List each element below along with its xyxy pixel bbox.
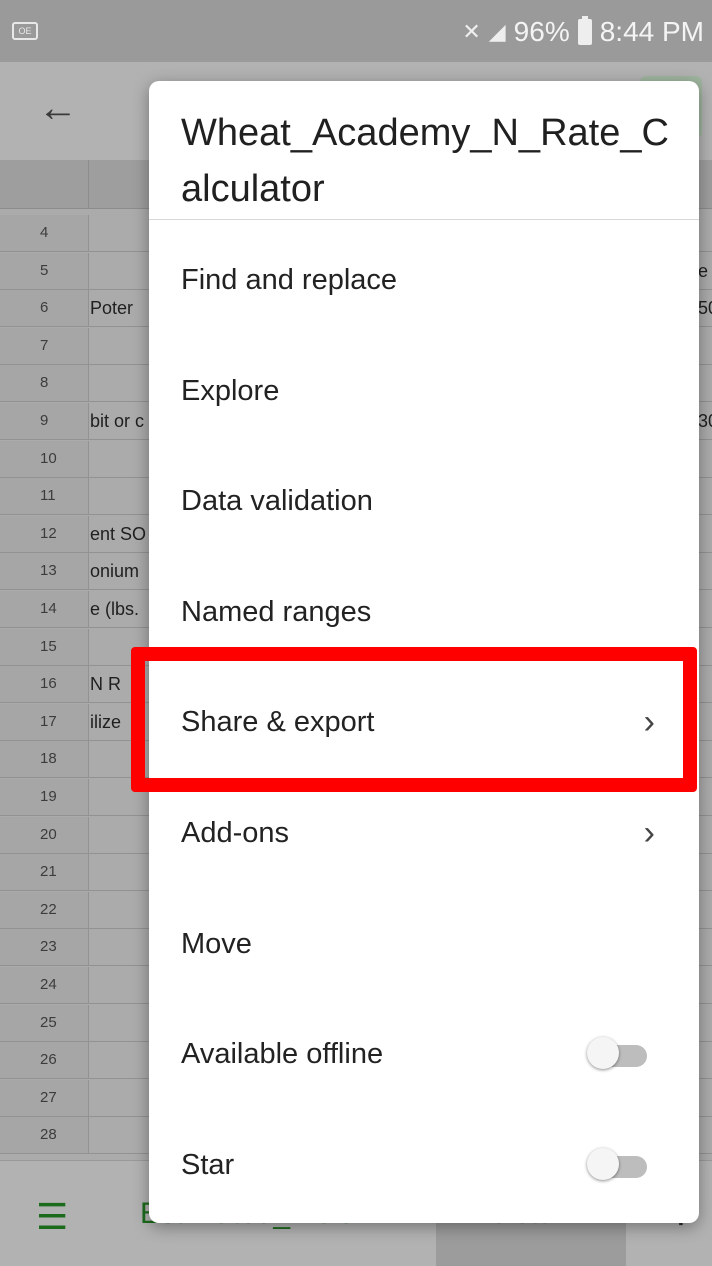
row-number[interactable]: 5 bbox=[0, 252, 89, 289]
grid-cell[interactable]: bit or c bbox=[90, 403, 144, 439]
menu-item-star[interactable]: Star bbox=[149, 1110, 699, 1220]
grid-cell[interactable]: N R bbox=[90, 666, 121, 702]
row-number[interactable]: 14 bbox=[0, 591, 89, 627]
grid-cell-right[interactable]: 50 bbox=[698, 290, 712, 326]
status-icons: ✕ ◢ 96% 8:44 PM bbox=[462, 12, 704, 52]
row-number[interactable]: 22 bbox=[0, 891, 89, 928]
status-bar: OE ✕ ◢ 96% 8:44 PM bbox=[0, 0, 712, 62]
row-number[interactable]: 9 bbox=[0, 403, 89, 439]
grid-cell[interactable]: Poter bbox=[90, 290, 133, 326]
row-number[interactable]: 25 bbox=[0, 1004, 89, 1041]
menu-item-label: Available offline bbox=[181, 1038, 384, 1071]
grid-cell-right[interactable]: e bbox=[698, 253, 708, 289]
row-number[interactable]: 28 bbox=[0, 1117, 89, 1154]
menu-title: Wheat_Academy_N_Rate_Calculator bbox=[181, 112, 669, 210]
row-number[interactable]: 11 bbox=[0, 478, 89, 515]
row-number[interactable]: 8 bbox=[0, 365, 89, 402]
toggle-thumb bbox=[587, 1147, 619, 1180]
mute-icon: ✕ bbox=[462, 19, 481, 44]
row-number[interactable]: 4 bbox=[0, 215, 89, 251]
row-number[interactable]: 16 bbox=[0, 666, 89, 703]
row-number[interactable]: 15 bbox=[0, 628, 89, 665]
row-number[interactable]: 26 bbox=[0, 1042, 89, 1079]
grid-cell[interactable]: ilize bbox=[90, 704, 121, 740]
row-number[interactable]: 27 bbox=[0, 1079, 89, 1116]
signal-icon: ◢ bbox=[488, 19, 506, 44]
chevron-right-icon: › bbox=[643, 814, 655, 852]
grid-cell[interactable]: ent SO bbox=[90, 516, 146, 552]
grid-cell[interactable]: e (lbs. bbox=[90, 591, 139, 627]
grid-cell-right[interactable]: 30 bbox=[698, 403, 712, 439]
menu-item-add-ons[interactable]: Add-ons › bbox=[149, 778, 699, 888]
toggle-thumb bbox=[587, 1037, 619, 1070]
clock: 8:44 PM bbox=[599, 16, 704, 47]
row-number[interactable]: 23 bbox=[0, 929, 89, 966]
notification-icon: OE bbox=[12, 22, 38, 40]
row-number[interactable]: 20 bbox=[0, 816, 89, 853]
menu-item-label: Data validation bbox=[181, 485, 373, 518]
row-number[interactable]: 12 bbox=[0, 515, 89, 552]
row-number[interactable]: 24 bbox=[0, 967, 89, 1003]
sheet-list-icon[interactable]: ☰ bbox=[36, 1199, 68, 1235]
row-number[interactable]: 7 bbox=[0, 327, 89, 364]
menu-divider bbox=[149, 219, 699, 220]
menu-item-available-offline[interactable]: Available offline bbox=[149, 999, 699, 1109]
row-number[interactable]: 17 bbox=[0, 703, 89, 740]
menu-item-label: Add-ons bbox=[181, 817, 290, 849]
menu-item-label: Star bbox=[181, 1148, 235, 1181]
toggle-switch[interactable] bbox=[587, 1147, 647, 1180]
menu-item-find-and-replace[interactable]: Find and replace bbox=[149, 225, 699, 335]
row-number[interactable]: 19 bbox=[0, 779, 89, 815]
battery-percent: 96% bbox=[513, 16, 570, 47]
arrow-left-icon[interactable]: ← bbox=[36, 86, 80, 130]
grid-cell[interactable]: onium bbox=[90, 553, 139, 589]
row-number[interactable]: 18 bbox=[0, 741, 89, 778]
menu-item-label: Find and replace bbox=[181, 264, 398, 296]
row-number[interactable]: 10 bbox=[0, 440, 89, 477]
row-number[interactable]: 13 bbox=[0, 553, 89, 590]
menu-item-label: Explore bbox=[181, 374, 280, 407]
toggle-switch[interactable] bbox=[587, 1037, 647, 1070]
menu-item-explore[interactable]: Explore bbox=[149, 336, 699, 446]
battery-icon bbox=[577, 16, 592, 45]
menu-item-move[interactable]: Move bbox=[149, 889, 699, 999]
menu-item-data-validation[interactable]: Data validation bbox=[149, 446, 699, 556]
menu-item-label: Move bbox=[181, 927, 252, 960]
row-number[interactable]: 6 bbox=[0, 290, 89, 327]
row-number[interactable]: 21 bbox=[0, 854, 89, 891]
column-divider bbox=[88, 160, 89, 208]
highlight-box bbox=[131, 647, 697, 792]
